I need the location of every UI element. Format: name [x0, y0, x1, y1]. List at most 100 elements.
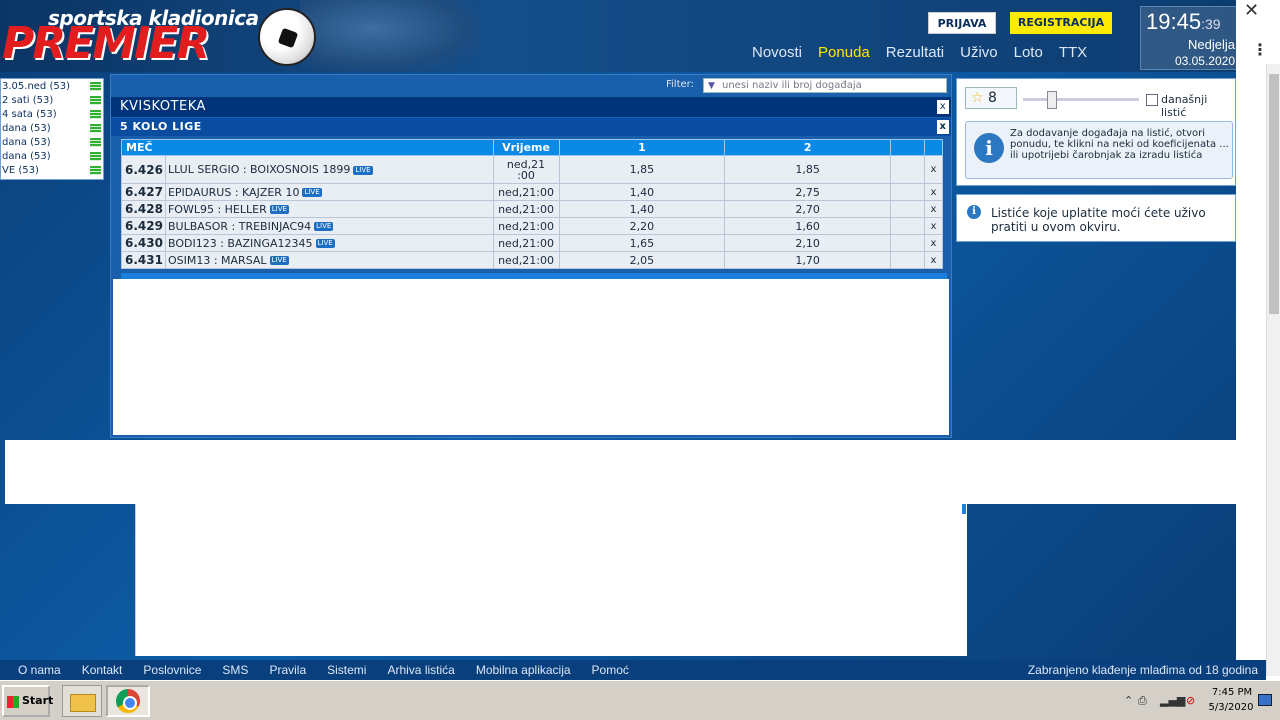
- remove-row-button[interactable]: x: [923, 234, 944, 252]
- footer-link-kontakt[interactable]: Kontakt: [82, 663, 123, 677]
- remove-row-button[interactable]: x: [923, 155, 944, 184]
- odd-2-button[interactable]: 2,70: [724, 200, 892, 218]
- filter-placeholder: unesi naziv ili broj događaja: [722, 80, 862, 91]
- odd-1-button[interactable]: 1,85: [558, 155, 726, 184]
- extra-cell: [890, 217, 925, 235]
- table-row[interactable]: 6.431 OSIM13 : MARSAL LIVE ned,21:00 2,05 1,7…: [121, 251, 944, 269]
- table-row[interactable]: 6.429 BULBASOR : TREBINJAC94 LIVE ned,21:00…: [121, 217, 944, 235]
- remove-row-button[interactable]: x: [923, 217, 944, 235]
- nav-novosti[interactable]: Novosti: [752, 44, 802, 61]
- list-item[interactable]: 2 sati (53): [1, 93, 103, 107]
- nav-ttx[interactable]: TTX: [1059, 44, 1087, 61]
- login-button[interactable]: PRIJAVA: [928, 12, 996, 34]
- table-row[interactable]: 6.427 EPIDAURUS : KAJZER 10 LIVE ned,21:00 1…: [121, 183, 944, 201]
- live-badge: LIVE: [269, 205, 289, 214]
- footer-link-poslovnice[interactable]: Poslovnice: [143, 663, 201, 677]
- scrollbar-thumb[interactable]: [1269, 74, 1279, 314]
- taskbar-chrome[interactable]: [106, 685, 150, 717]
- signal-icon[interactable]: ▂▄▆: [1160, 694, 1185, 707]
- table-row[interactable]: 6.426 LLUL SERGIO : BOIXOSNOIS 1899 LIVE ne…: [121, 155, 944, 184]
- odd-1-button[interactable]: 1,40: [558, 183, 726, 201]
- list-item[interactable]: 4 sata (53): [1, 107, 103, 121]
- odd-2-button[interactable]: 1,85: [724, 155, 892, 184]
- tray-expand-icon[interactable]: ⌃: [1124, 694, 1133, 707]
- tray-time[interactable]: 7:45 PM: [1210, 687, 1254, 698]
- site-footer: O nama Kontakt Poslovnice SMS Pravila Si…: [0, 660, 1266, 680]
- match-name[interactable]: FOWL95 : HELLER LIVE: [164, 200, 494, 218]
- chrome-icon: [116, 689, 140, 713]
- clock-time: 19:45:39: [1146, 9, 1221, 34]
- list-item[interactable]: 3.05.ned (53): [1, 79, 103, 93]
- nav-ponuda[interactable]: Ponuda: [818, 44, 870, 61]
- star-icon: ☆: [971, 90, 984, 106]
- page-scrollbar[interactable]: [1266, 64, 1280, 676]
- register-button[interactable]: REGISTRACIJA: [1010, 12, 1112, 34]
- logo-premier[interactable]: PREMIER: [2, 22, 210, 66]
- ticket-slider[interactable]: [1023, 98, 1139, 101]
- volume-muted-icon[interactable]: ⊘: [1186, 694, 1195, 707]
- folder-icon: [70, 694, 96, 712]
- odd-1-button[interactable]: 2,20: [558, 217, 726, 235]
- remove-row-button[interactable]: x: [923, 251, 944, 269]
- remove-row-button[interactable]: x: [923, 200, 944, 218]
- taskbar-explorer[interactable]: [62, 685, 102, 717]
- content-area-lower: [135, 504, 967, 656]
- odd-1-button[interactable]: 1,40: [558, 200, 726, 218]
- bar-icon: [90, 95, 101, 105]
- footer-link-pomoc[interactable]: Pomoć: [592, 663, 629, 677]
- event-number: 6.431: [121, 251, 166, 269]
- more-menu-icon[interactable]: ⋮: [1252, 40, 1268, 59]
- footer-link-pravila[interactable]: Pravila: [269, 663, 306, 677]
- nav-uzivo[interactable]: Uživo: [960, 44, 998, 61]
- today-ticket-checkbox[interactable]: [1146, 94, 1158, 106]
- event-time: ned,21 :00: [492, 155, 560, 184]
- odd-1-button[interactable]: 1,65: [558, 234, 726, 252]
- slider-handle[interactable]: [1047, 91, 1057, 109]
- odd-2-button[interactable]: 2,10: [724, 234, 892, 252]
- list-item[interactable]: dana (53): [1, 121, 103, 135]
- live-badge: LIVE: [269, 256, 289, 265]
- match-name[interactable]: OSIM13 : MARSAL LIVE: [164, 251, 494, 269]
- footer-link-sistemi[interactable]: Sistemi: [327, 663, 366, 677]
- printer-icon[interactable]: ⎙: [1138, 694, 1147, 708]
- start-button[interactable]: Start: [2, 685, 53, 717]
- table-header-row: MEČ Vrijeme 1 2: [121, 139, 944, 156]
- bar-icon: [90, 165, 101, 175]
- match-name[interactable]: BULBASOR : TREBINJAC94 LIVE: [164, 217, 494, 235]
- col-match: MEČ: [121, 139, 494, 156]
- nav-rezultati[interactable]: Rezultati: [886, 44, 944, 61]
- notice-text: Listiće koje uplatite moći ćete uživo pr…: [991, 206, 1206, 234]
- close-icon[interactable]: ✕: [1244, 0, 1259, 21]
- system-tray: ⌃ ⎙ ▂▄▆ ⊘ 7:45 PM 5/3/2020: [1120, 685, 1276, 717]
- odd-1-button[interactable]: 2,05: [558, 251, 726, 269]
- col-odd-1: 1: [558, 139, 726, 156]
- list-item[interactable]: VE (53): [1, 163, 103, 177]
- nav-loto[interactable]: Loto: [1014, 44, 1043, 61]
- footer-link-arhiva[interactable]: Arhiva listića: [387, 663, 454, 677]
- extra-cell: [890, 251, 925, 269]
- filter-input[interactable]: ▼ unesi naziv ili broj događaja: [703, 78, 947, 93]
- match-name[interactable]: LLUL SERGIO : BOIXOSNOIS 1899 LIVE: [164, 155, 494, 184]
- match-name[interactable]: EPIDAURUS : KAJZER 10 LIVE: [164, 183, 494, 201]
- table-row[interactable]: 6.430 BODI123 : BAZINGA12345 LIVE ned,21:00…: [121, 234, 944, 252]
- list-item[interactable]: dana (53): [1, 149, 103, 163]
- extra-cell: [890, 183, 925, 201]
- match-name[interactable]: BODI123 : BAZINGA12345 LIVE: [164, 234, 494, 252]
- remove-row-button[interactable]: x: [923, 183, 944, 201]
- odd-2-button[interactable]: 1,60: [724, 217, 892, 235]
- favorites-counter[interactable]: ☆ 8: [965, 87, 1017, 109]
- odd-2-button[interactable]: 2,75: [724, 183, 892, 201]
- odd-2-button[interactable]: 1,70: [724, 251, 892, 269]
- footer-link-mobilna[interactable]: Mobilna aplikacija: [476, 663, 571, 677]
- ticket-panel: ☆ 8 današnji listić i Za dodavanje događ…: [956, 78, 1236, 186]
- close-competition-button[interactable]: x: [937, 100, 949, 114]
- close-round-button[interactable]: x: [937, 120, 949, 134]
- footer-link-sms[interactable]: SMS: [222, 663, 248, 677]
- show-desktop-icon[interactable]: [1258, 694, 1272, 706]
- list-item[interactable]: dana (53): [1, 135, 103, 149]
- footer-link-o-nama[interactable]: O nama: [18, 663, 61, 677]
- event-time: ned,21:00: [492, 200, 560, 218]
- filter-icon: ▼: [708, 81, 715, 91]
- table-row[interactable]: 6.428 FOWL95 : HELLER LIVE ned,21:00 1,40 2,7…: [121, 200, 944, 218]
- tray-date[interactable]: 5/3/2020: [1206, 702, 1256, 713]
